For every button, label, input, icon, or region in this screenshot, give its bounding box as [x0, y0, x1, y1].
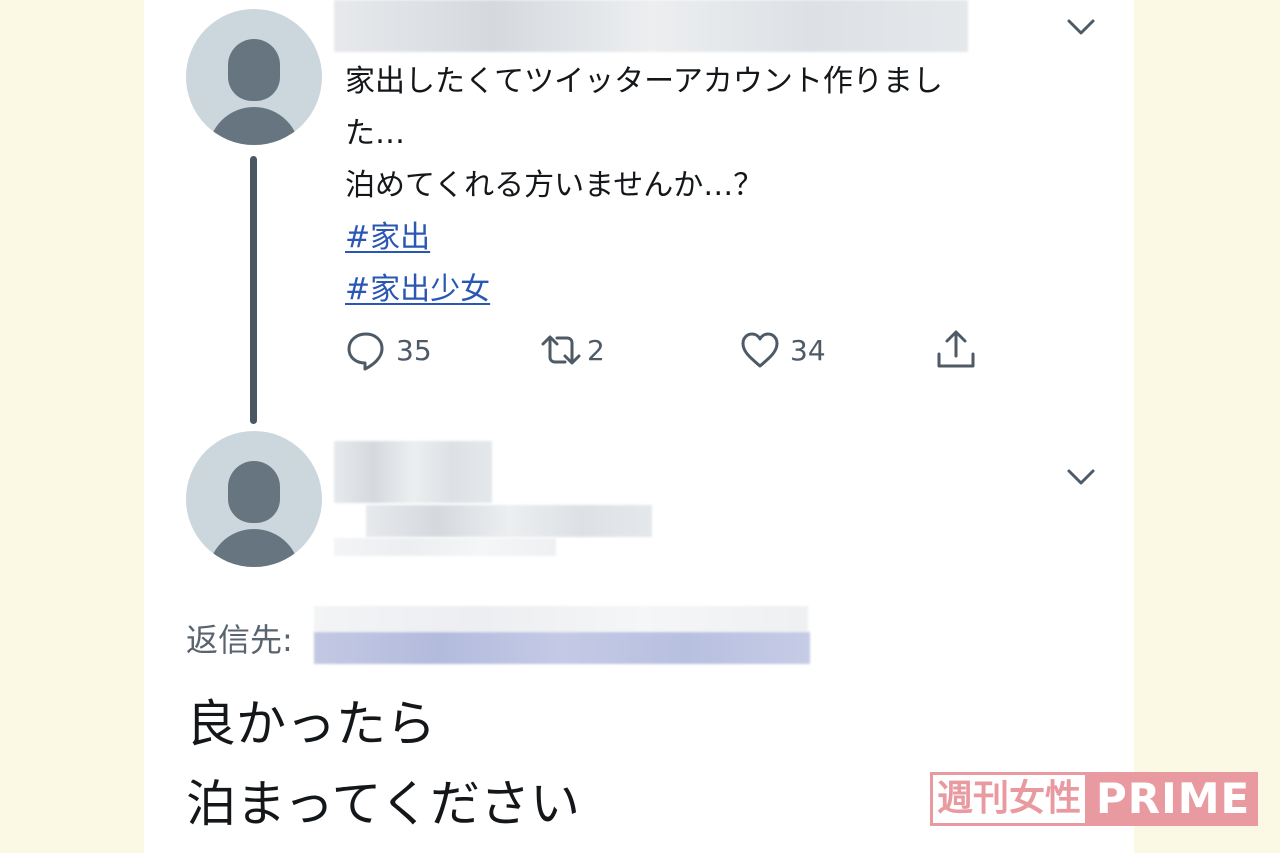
redacted-reply-target-link[interactable] — [314, 632, 810, 664]
default-profile-head — [228, 39, 280, 101]
first-tweet-text: 家出したくてツイッターアカウント作りまし た… 泊めてくれる方いませんか…？ #… — [345, 56, 1115, 316]
reply-tweet-text: 良かったら 泊まってください — [186, 684, 580, 844]
reply-action-button[interactable]: 35 — [344, 328, 432, 372]
redacted-handle — [366, 505, 652, 537]
publisher-watermark-logo: 週刊女性 PRIME — [930, 772, 1259, 826]
tweet-text-line: た… — [345, 116, 405, 151]
speech-bubble-icon — [347, 332, 384, 371]
redacted-username-first — [334, 0, 968, 52]
reply-text-line: 泊まってください — [186, 775, 580, 833]
hashtag-link[interactable]: #家出 — [345, 212, 430, 264]
chevron-down-icon[interactable] — [1064, 12, 1098, 42]
tweet-text-line: 家出したくてツイッターアカウント作りまし — [345, 64, 943, 99]
chevron-down-icon[interactable] — [1064, 462, 1098, 492]
default-profile-head — [228, 461, 280, 523]
tweet-thread-card: 家出したくてツイッターアカウント作りまし た… 泊めてくれる方いませんか…？ #… — [144, 0, 1134, 853]
share-action-button[interactable] — [934, 328, 978, 372]
share-icon — [937, 330, 975, 368]
heart-icon — [741, 332, 779, 368]
like-action-button[interactable]: 34 — [738, 328, 826, 372]
retweet-count: 2 — [587, 333, 605, 367]
default-profile-shoulders — [208, 107, 300, 145]
tweet-text-line: 泊めてくれる方いませんか…？ — [345, 168, 764, 203]
redacted-handle-shadow — [334, 538, 556, 556]
hashtag-link[interactable]: #家出少女 — [345, 264, 490, 316]
like-count: 34 — [790, 333, 826, 367]
first-tweet-avatar[interactable] — [186, 9, 322, 145]
watermark-jp-text: 週刊女性 — [930, 772, 1089, 826]
reply-text-line: 良かったら — [186, 695, 436, 753]
reply-to-label: 返信先: — [186, 621, 293, 659]
redacted-display-name — [334, 441, 492, 503]
thread-connector-line — [250, 156, 257, 424]
watermark-en-text: PRIME — [1088, 772, 1259, 826]
retweet-icon — [541, 335, 581, 365]
redacted-reply-target-shadow — [314, 606, 808, 632]
reply-tweet-avatar[interactable] — [186, 431, 322, 567]
default-profile-shoulders — [208, 529, 300, 567]
retweet-action-button[interactable]: 2 — [539, 328, 605, 372]
reply-count: 35 — [396, 333, 432, 367]
